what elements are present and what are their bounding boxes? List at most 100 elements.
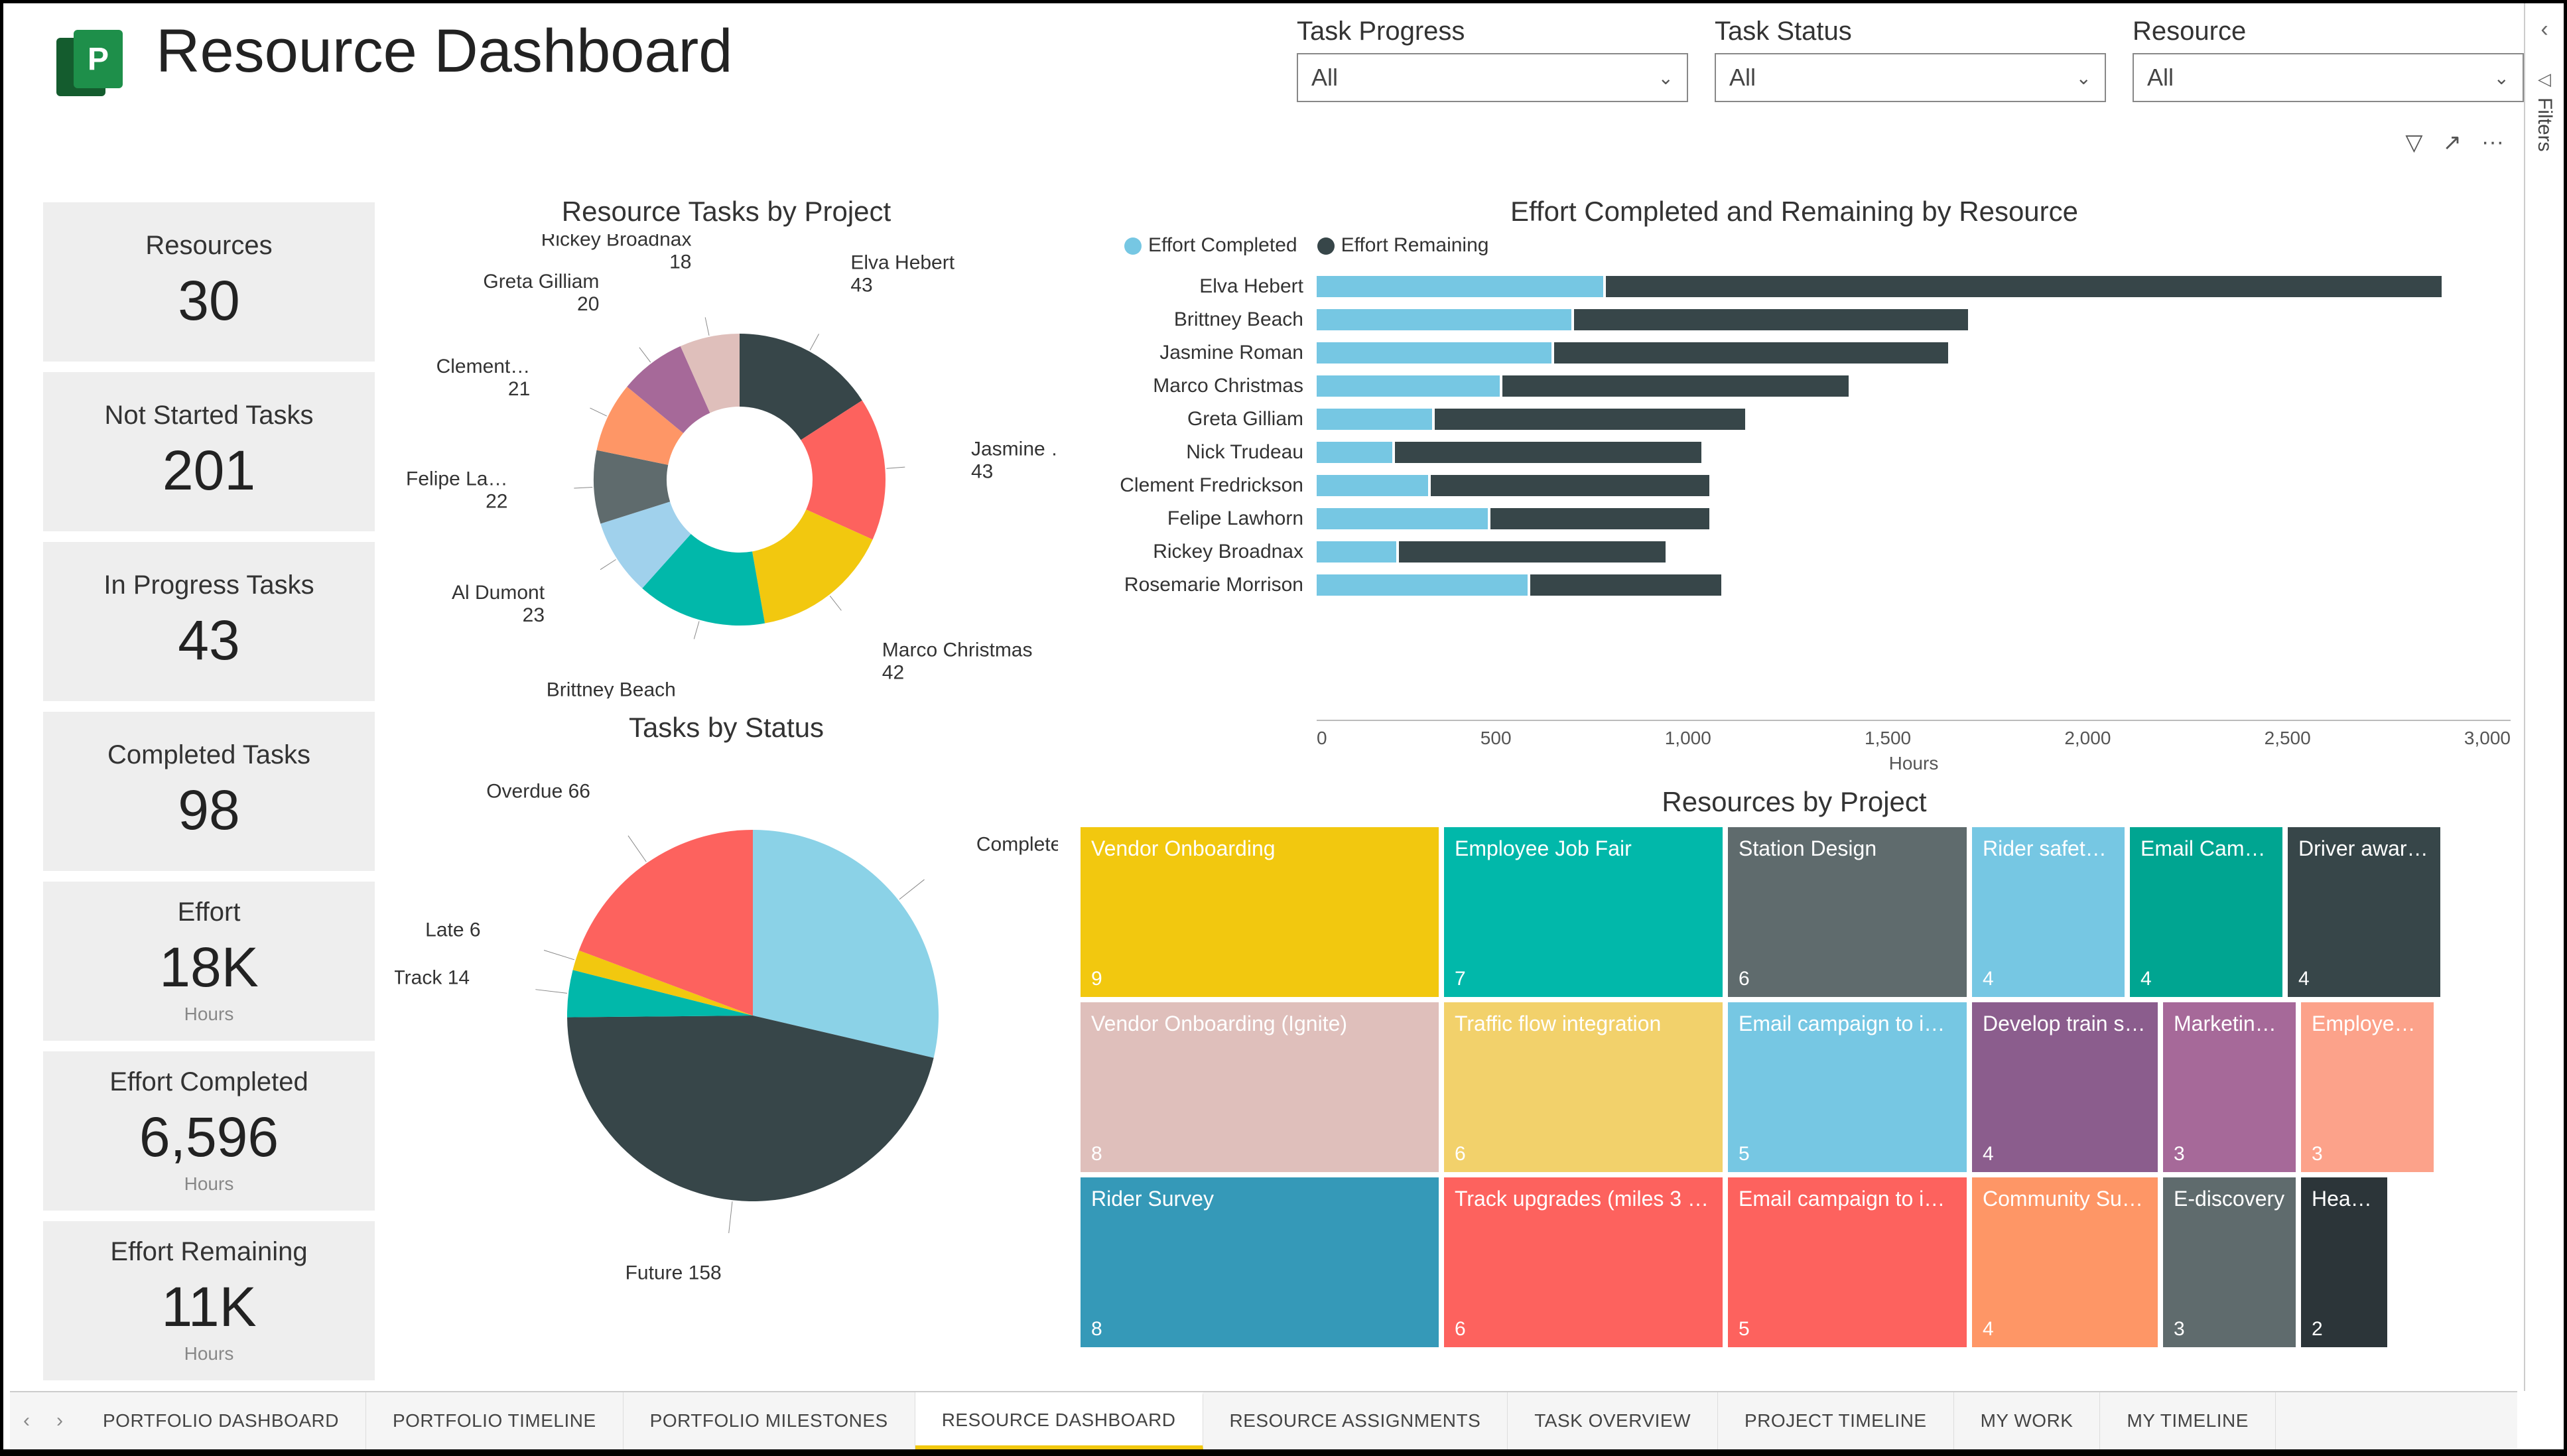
filter-label-0: Task Progress — [1297, 17, 1688, 46]
tab-next[interactable]: › — [43, 1392, 76, 1449]
kpi-card[interactable]: Effort Remaining 11K Hours — [43, 1221, 375, 1380]
bar-segment[interactable] — [1317, 375, 1500, 397]
report-tab[interactable]: RESOURCE ASSIGNMENTS — [1203, 1392, 1508, 1449]
kpi-card[interactable]: Effort 18K Hours — [43, 882, 375, 1041]
bar-segment[interactable] — [1395, 442, 1701, 463]
treemap-cell[interactable]: E-discovery 3 — [2163, 1177, 2296, 1347]
report-tab[interactable]: MY TIMELINE — [2100, 1392, 2275, 1449]
bar-category-label: Marco Christmas — [1078, 369, 1317, 403]
treemap-cell[interactable]: Driver aware… 4 — [2288, 827, 2440, 997]
kpi-card[interactable]: Completed Tasks 98 — [43, 712, 375, 871]
bar-segment[interactable] — [1317, 508, 1488, 529]
treemap-cell[interactable]: Email campaign to i… 5 — [1728, 1002, 1967, 1172]
bar-segment[interactable] — [1317, 309, 1571, 330]
bar-segment[interactable] — [1574, 309, 1968, 330]
bar-segment[interactable] — [1317, 276, 1603, 297]
filter-value-0: All — [1311, 64, 1338, 92]
bar-segment[interactable] — [1554, 342, 1948, 364]
treemap-cell-value: 5 — [1739, 1143, 1750, 1165]
pie-slice-value: 43 — [850, 275, 872, 297]
treemap-cell-value: 3 — [2174, 1143, 2185, 1165]
filter-dropdown-0[interactable]: All ⌄ — [1297, 53, 1688, 102]
report-tab[interactable]: MY WORK — [1954, 1392, 2101, 1449]
axis-tick: 2,000 — [2064, 728, 2111, 749]
treemap-cell[interactable]: Traffic flow integration 6 — [1444, 1002, 1723, 1172]
filter-label-1: Task Status — [1715, 17, 2106, 46]
bar-segment[interactable] — [1530, 574, 1721, 596]
treemap-cell[interactable]: Rider Survey 8 — [1081, 1177, 1439, 1347]
treemap-cell-value: 6 — [1455, 1143, 1466, 1165]
bar-segment[interactable] — [1502, 375, 1849, 397]
bar-segment[interactable] — [1606, 276, 2442, 297]
treemap-cell[interactable]: Rider safety … 4 — [1972, 827, 2125, 997]
treemap-cell[interactable]: Develop train s… 4 — [1972, 1002, 2158, 1172]
kpi-value: 201 — [163, 438, 255, 503]
kpi-value: 6,596 — [139, 1105, 279, 1169]
export-icon[interactable]: ↗ — [2443, 129, 2462, 156]
report-tab[interactable]: PROJECT TIMELINE — [1718, 1392, 1954, 1449]
filter-dropdown-1[interactable]: All ⌄ — [1715, 53, 2106, 102]
filter-dropdown-2[interactable]: All ⌄ — [2133, 53, 2524, 102]
bar-segment[interactable] — [1317, 409, 1432, 430]
pie-slice-value: 43 — [971, 461, 993, 483]
treemap-cell[interactable]: Employee Job Fair 7 — [1444, 827, 1723, 997]
treemap-cell[interactable]: Employee … 3 — [2301, 1002, 2434, 1172]
report-tab[interactable]: PORTFOLIO TIMELINE — [366, 1392, 624, 1449]
bar-segment[interactable] — [1317, 574, 1528, 596]
axis-tick: 500 — [1481, 728, 1512, 749]
report-tab[interactable]: RESOURCE DASHBOARD — [915, 1392, 1203, 1449]
treemap-cell-label: Email Camp… — [2140, 836, 2272, 861]
donut-title: Resource Tasks by Project — [395, 196, 1058, 228]
treemap-cell-label: Marketing … — [2174, 1012, 2285, 1036]
pie-slice-value: 42 — [882, 661, 904, 683]
bar-segment[interactable] — [1490, 508, 1709, 529]
bar-segment[interactable] — [1431, 475, 1709, 496]
pie-slice-label: Elva Hebert — [850, 252, 954, 274]
treemap-cell-value: 3 — [2174, 1318, 2185, 1341]
bar-segment[interactable] — [1399, 541, 1666, 563]
treemap-cell[interactable]: Email campaign to i… 5 — [1728, 1177, 1967, 1347]
report-tab[interactable]: PORTFOLIO MILESTONES — [624, 1392, 915, 1449]
treemap-cell-label: Traffic flow integration — [1455, 1012, 1712, 1036]
funnel-icon[interactable]: ▽ — [2405, 129, 2422, 156]
report-tab[interactable]: TASK OVERVIEW — [1508, 1392, 1718, 1449]
treemap-cell[interactable]: Station Design 6 — [1728, 827, 1967, 997]
kpi-card[interactable]: In Progress Tasks 43 — [43, 542, 375, 701]
chevron-down-icon: ⌄ — [2076, 67, 2091, 89]
bar-segment[interactable] — [1317, 342, 1551, 364]
treemap-cell-value: 6 — [1455, 1318, 1466, 1341]
kpi-value: 30 — [178, 269, 239, 333]
bar-segment[interactable] — [1317, 541, 1396, 563]
treemap-cell-value: 4 — [1983, 1143, 1994, 1165]
treemap-cell[interactable]: Vendor Onboarding 9 — [1081, 827, 1439, 997]
kpi-value: 98 — [178, 778, 239, 842]
treemap-cell[interactable]: Email Camp… 4 — [2130, 827, 2282, 997]
pie-slice-value: 21 — [508, 378, 530, 400]
report-tab[interactable]: PORTFOLIO DASHBOARD — [76, 1392, 366, 1449]
kpi-card[interactable]: Effort Completed 6,596 Hours — [43, 1051, 375, 1211]
bar-segment[interactable] — [1435, 409, 1745, 430]
kpi-card[interactable]: Not Started Tasks 201 — [43, 372, 375, 531]
axis-tick: 1,000 — [1665, 728, 1711, 749]
legend-item[interactable]: Effort Remaining — [1317, 234, 1489, 257]
bookmark-icon[interactable]: ◁ — [2538, 69, 2551, 90]
bar-xlabel: Hours — [1078, 753, 2511, 774]
treemap-cell[interactable]: Marketing … 3 — [2163, 1002, 2296, 1172]
bar-segment[interactable] — [1317, 442, 1392, 463]
treemap-cell[interactable]: Community Sur… 4 — [1972, 1177, 2158, 1347]
pie-slice-label: Al Dumont — [452, 582, 545, 604]
kpi-label: In Progress Tasks — [103, 570, 314, 600]
legend-item[interactable]: Effort Completed — [1124, 234, 1297, 257]
kpi-label: Not Started Tasks — [105, 401, 314, 430]
bar-segment[interactable] — [1317, 475, 1428, 496]
more-icon[interactable]: ··· — [2481, 129, 2504, 156]
chevron-down-icon: ⌄ — [1658, 67, 1674, 89]
treemap-cell-label: Track upgrades (miles 3 t… — [1455, 1187, 1712, 1211]
pie-slice-label: On Track 14 — [395, 966, 470, 988]
treemap-cell[interactable]: Track upgrades (miles 3 t… 6 — [1444, 1177, 1723, 1347]
kpi-card[interactable]: Resources 30 — [43, 202, 375, 362]
filters-pane-collapsed[interactable]: ‹ ◁ Filters — [2524, 3, 2564, 1391]
treemap-cell[interactable]: Vendor Onboarding (Ignite) 8 — [1081, 1002, 1439, 1172]
treemap-cell[interactable]: Heat … 2 — [2301, 1177, 2387, 1347]
tab-prev[interactable]: ‹ — [10, 1392, 43, 1449]
